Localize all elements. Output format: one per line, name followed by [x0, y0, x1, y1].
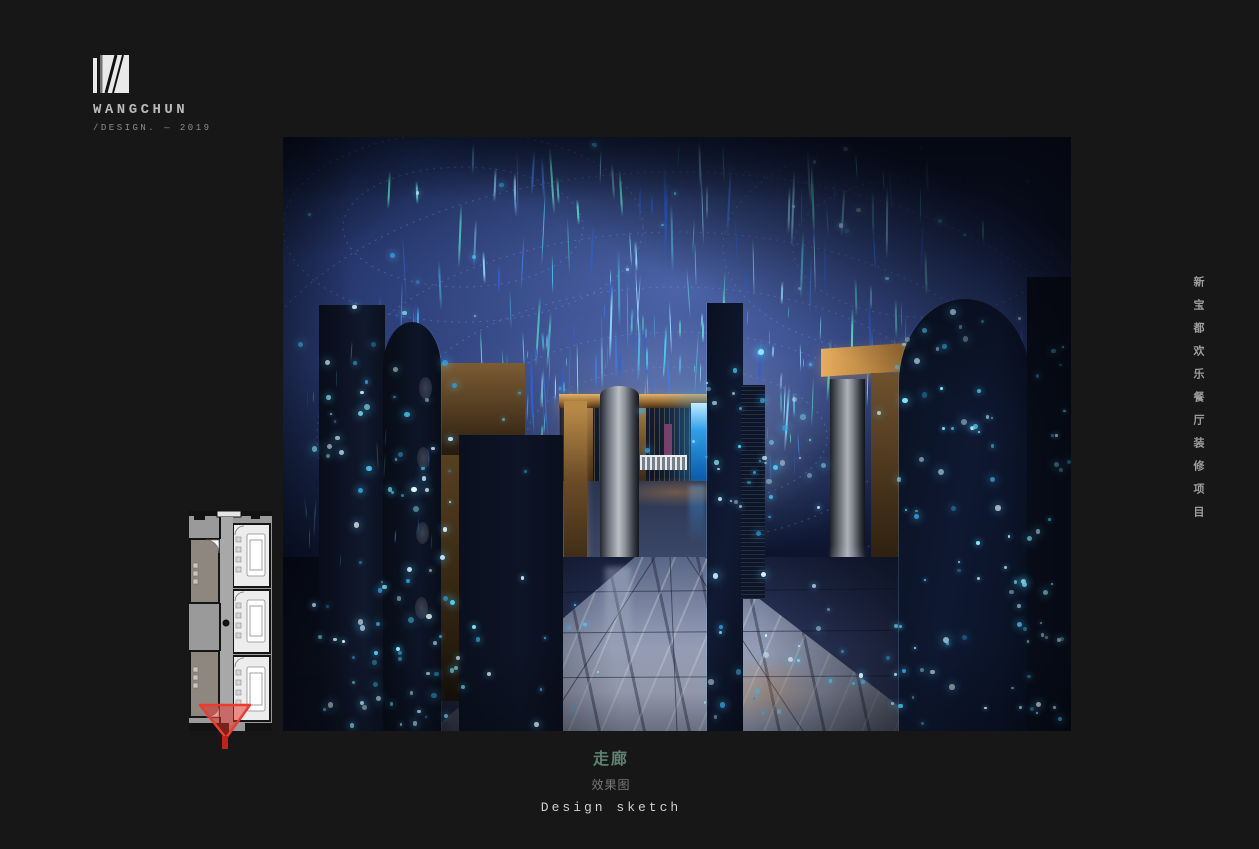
logo-mark-icon	[93, 55, 129, 96]
caption-type-cn: 效果图	[541, 776, 681, 793]
presentation-slide: { "page": { "background_color": "#171717…	[0, 0, 1259, 849]
brand-logo: WANGCHUN /DESIGN. — 2019	[93, 55, 212, 133]
project-title-vertical: 新宝都欢乐餐厅装修项目	[1184, 276, 1206, 576]
room-name: 走廊	[541, 745, 681, 769]
starlight-dots	[283, 137, 1071, 731]
image-caption: 走廊 效果图 Design sketch	[541, 745, 681, 815]
camera-view-marker	[194, 700, 256, 752]
brand-tagline: /DESIGN. — 2019	[93, 123, 212, 133]
caption-type-en: Design sketch	[541, 800, 681, 815]
floor-plan-thumbnail	[189, 511, 272, 731]
render-image	[283, 137, 1071, 731]
brand-name: WANGCHUN	[93, 102, 212, 118]
